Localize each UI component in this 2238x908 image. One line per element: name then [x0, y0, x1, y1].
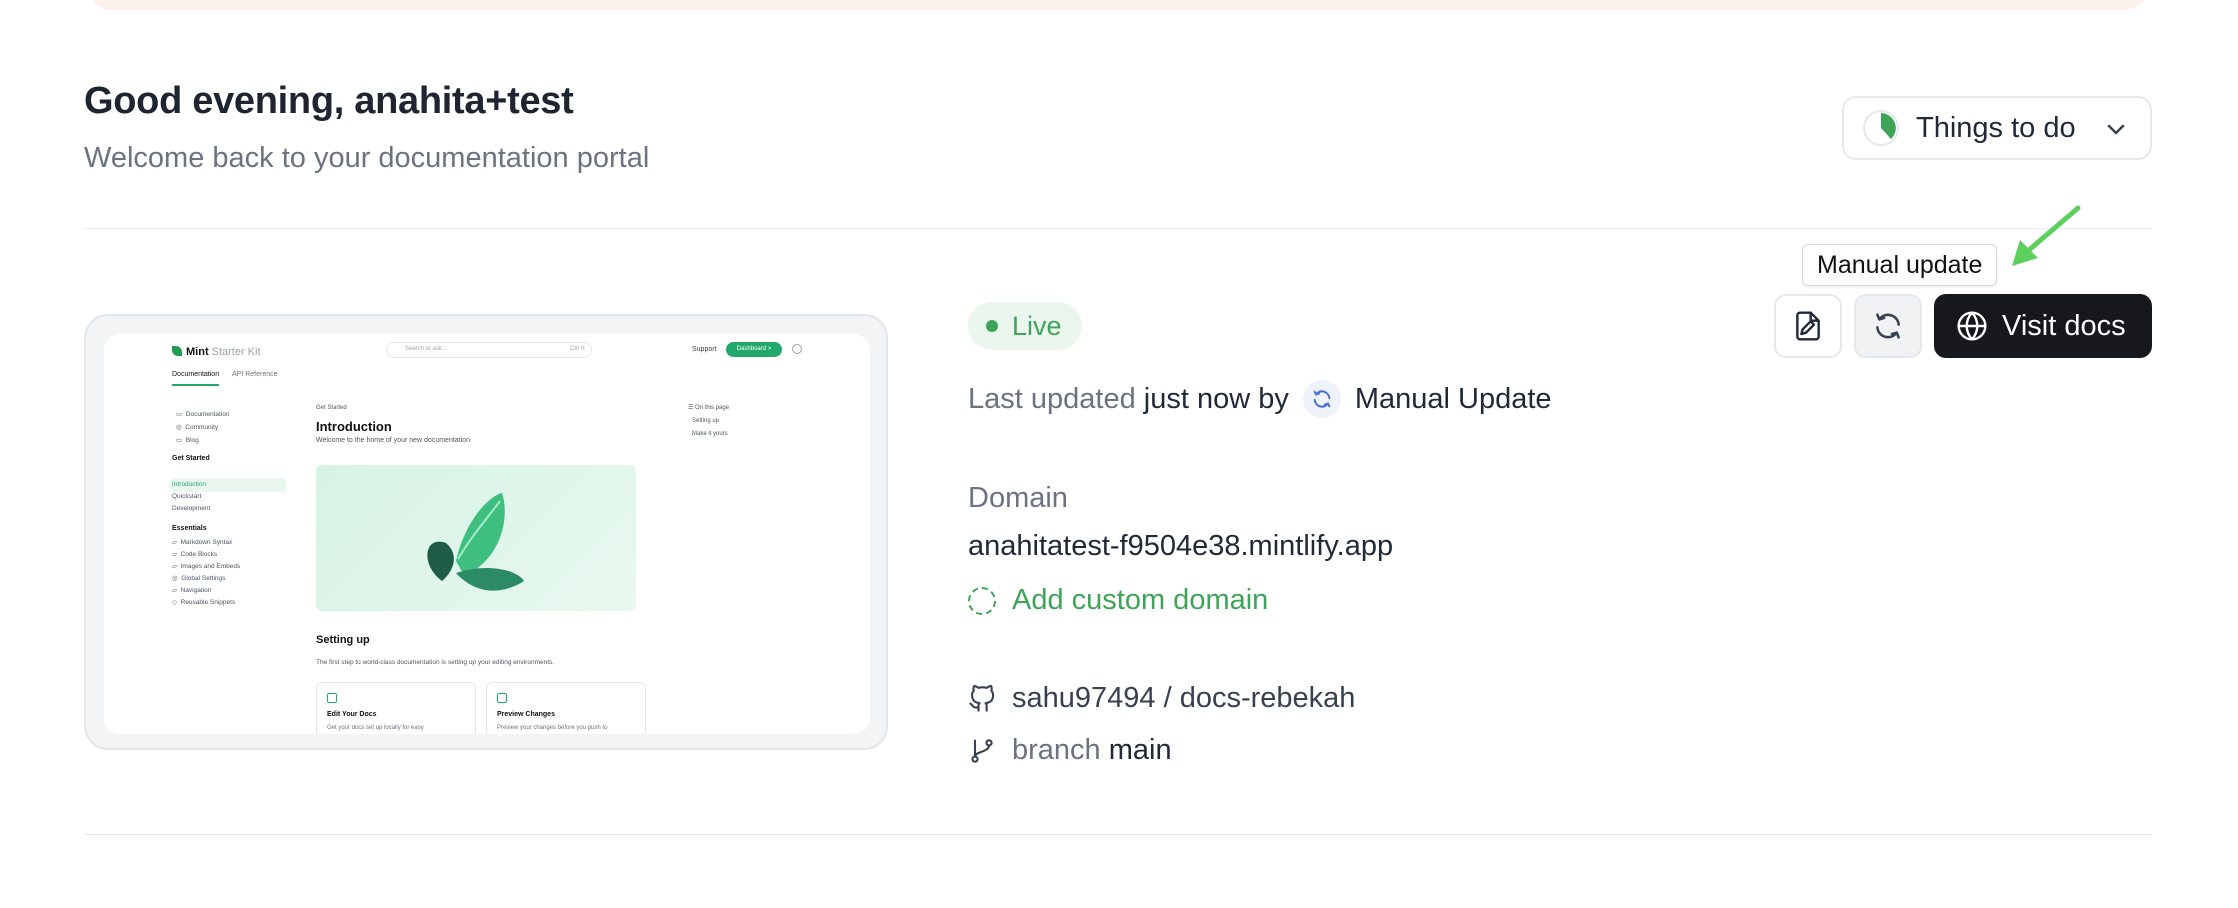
- preview-nav-item: ◇ Reusable Snippets: [172, 599, 236, 606]
- domain-label: Domain: [968, 482, 1068, 514]
- preview-nav-link: ▭ Blog: [176, 437, 199, 444]
- preview-eyebrow: Get Started: [316, 405, 347, 411]
- branch-info: branch main: [968, 734, 1172, 767]
- last-updated-time: just now by: [1143, 382, 1289, 415]
- updated-by: Manual Update: [1354, 382, 1552, 415]
- preview-nav-item: Introduction: [172, 481, 206, 488]
- preview-section-title: Setting up: [316, 634, 370, 646]
- page-subtitle: Welcome back to your documentation porta…: [84, 142, 650, 174]
- preview-search: Search or ask... Ctrl K: [386, 342, 592, 358]
- add-custom-domain-link[interactable]: Add custom domain: [968, 584, 1268, 617]
- preview-toc-item: Setting up: [692, 418, 720, 424]
- dashed-circle-icon: [968, 586, 996, 615]
- visit-docs-button[interactable]: Visit docs: [1934, 294, 2152, 358]
- things-to-do-label: Things to do: [1916, 111, 2076, 144]
- docs-preview-thumbnail[interactable]: Mint Starter Kit Search or ask... Ctrl K S…: [84, 314, 888, 750]
- annotation-arrow-icon: [2012, 205, 2081, 266]
- preview-nav-item: Quickstart: [172, 493, 202, 500]
- live-status-label: Live: [1012, 310, 1062, 341]
- live-status-badge: Live: [968, 302, 1082, 350]
- preview-group-title: Get Started: [172, 455, 210, 462]
- manual-update-button[interactable]: [1854, 294, 1922, 358]
- divider: [84, 834, 2152, 835]
- git-branch-icon: [971, 738, 993, 763]
- globe-icon: [1957, 311, 1987, 341]
- chevron-down-icon: [2107, 124, 2125, 135]
- add-custom-domain-label: Add custom domain: [1012, 584, 1269, 616]
- preview-hero-image: [316, 465, 636, 611]
- top-banner: [84, 0, 2152, 10]
- refresh-icon: [1876, 313, 1900, 339]
- preview-nav-link: ▭ Documentation: [176, 411, 230, 418]
- preview-card: Edit Your Docs Get your docs set up loca…: [316, 682, 476, 734]
- file-edit-icon: [1796, 311, 1820, 341]
- visit-docs-label: Visit docs: [2002, 309, 2126, 342]
- preview-tab: API Reference: [232, 371, 278, 378]
- preview-tab: Documentation: [172, 371, 220, 386]
- preview-group-title: Essentials: [172, 525, 207, 532]
- domain-value: anahitatest-f9504e38.mintlify.app: [968, 530, 1394, 562]
- preview-nav-item: ▱ Markdown Syntax: [172, 539, 233, 546]
- preview-nav-item: ◎ Global Settings: [172, 575, 226, 582]
- preview-lead: Welcome to the home of your new document…: [316, 437, 470, 444]
- preview-section-text: The first step to world-class documentat…: [316, 659, 555, 666]
- edit-docs-button[interactable]: [1774, 294, 1842, 358]
- progress-pie-icon: [1863, 110, 1899, 146]
- github-icon: [969, 684, 995, 712]
- preview-logo: Mint Starter Kit: [172, 346, 261, 358]
- preview-nav-item: ▱ Code Blocks: [172, 551, 218, 558]
- branch-label: branch: [1012, 734, 1101, 766]
- live-dot-icon: [986, 320, 998, 332]
- sync-icon: [1302, 380, 1341, 418]
- preview-title: Introduction: [316, 419, 392, 434]
- preview-theme-icon: [792, 344, 802, 354]
- preview-toc-item: Make it yours: [692, 431, 728, 437]
- leaf-illustration: [427, 493, 524, 591]
- last-updated-prefix: Last updated: [968, 382, 1136, 415]
- preview-support: Support: [692, 346, 717, 353]
- page-title: Good evening, anahita+test: [84, 80, 574, 122]
- preview-dashboard-button: Dashboard >: [726, 342, 782, 357]
- last-updated: Last updated just now by Manual Update: [968, 380, 1552, 418]
- preview-nav-item: ▱ Images and Embeds: [172, 563, 241, 570]
- manual-update-tooltip: Manual update: [1802, 244, 1998, 286]
- preview-nav-link: ◎ Community: [176, 424, 219, 431]
- divider: [84, 228, 2152, 229]
- docs-preview-screen: Mint Starter Kit Search or ask... Ctrl K S…: [104, 334, 870, 734]
- repository-link[interactable]: sahu97494 / docs-rebekah: [968, 682, 1355, 715]
- preview-toc-title: ☰ On this page: [688, 405, 730, 411]
- preview-nav-item: Development: [172, 505, 211, 512]
- preview-nav-item: ▱ Navigation: [172, 587, 212, 594]
- preview-card: Preview Changes Preview your changes bef…: [486, 682, 646, 734]
- repository-name: sahu97494 / docs-rebekah: [1012, 682, 1356, 714]
- things-to-do-dropdown[interactable]: Things to do: [1842, 96, 2152, 160]
- branch-name: main: [1108, 734, 1172, 766]
